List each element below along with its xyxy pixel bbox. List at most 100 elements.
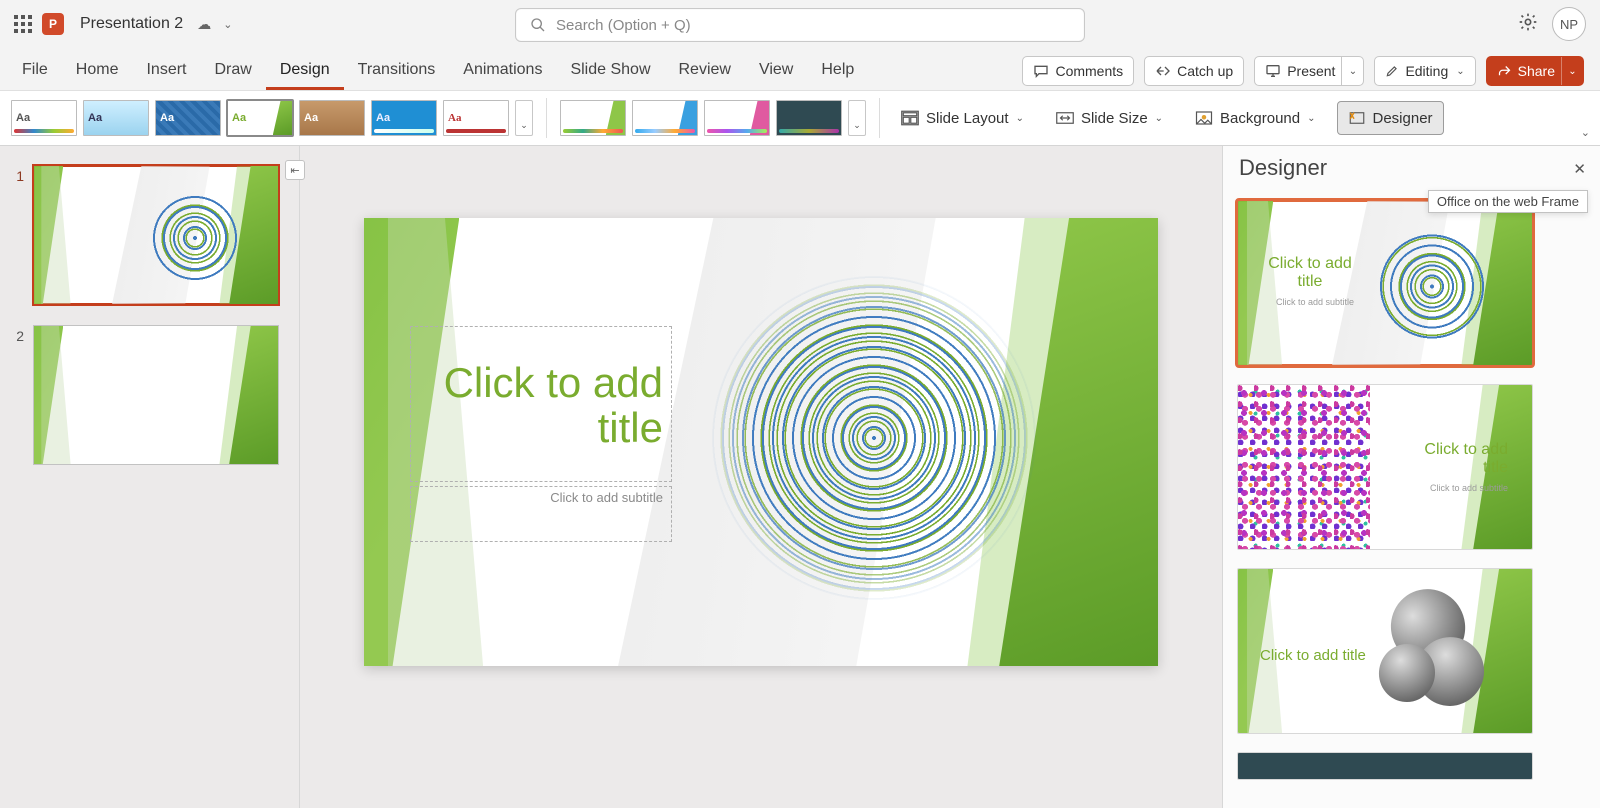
background-icon — [1195, 110, 1213, 126]
design-ribbon: Aa Aa Aa Aa Aa Aa Aa ⌄ ⌄ Slide Layout ⌄ … — [0, 90, 1600, 146]
app-launcher-icon[interactable] — [14, 15, 32, 33]
variant-thumb-2[interactable] — [632, 100, 698, 136]
variant-thumb-4[interactable] — [776, 100, 842, 136]
thumbnail-row-1: 1 — [10, 166, 289, 304]
design-suggestion-2[interactable]: Click to add title Click to add subtitle — [1237, 384, 1533, 550]
tab-draw[interactable]: Draw — [200, 61, 265, 90]
variants-more-dropdown[interactable]: ⌄ — [848, 100, 866, 136]
slide-size-icon — [1056, 110, 1074, 126]
catchup-icon — [1155, 63, 1171, 79]
designer-label: Designer — [1373, 110, 1433, 127]
background-button[interactable]: Background ⌄ — [1184, 101, 1326, 135]
document-title[interactable]: Presentation 2 — [80, 15, 183, 33]
slide-size-label: Slide Size — [1081, 110, 1148, 127]
ribbon-overflow-icon[interactable]: ⌄ — [1581, 126, 1590, 139]
mosaic-decoration — [1238, 385, 1370, 549]
tab-insert[interactable]: Insert — [132, 61, 200, 90]
designer-tooltip: Office on the web Frame — [1428, 190, 1588, 213]
pencil-icon — [1385, 64, 1399, 78]
theme-thumb-5[interactable]: Aa — [299, 100, 365, 136]
slide-layout-button[interactable]: Slide Layout ⌄ — [890, 101, 1035, 135]
tab-transitions[interactable]: Transitions — [344, 61, 450, 90]
editing-label: Editing — [1405, 63, 1448, 79]
tab-file[interactable]: File — [8, 61, 62, 90]
design-suggestion-4[interactable] — [1237, 752, 1533, 780]
tab-view[interactable]: View — [745, 61, 807, 90]
share-button[interactable]: Share ⌄ — [1486, 56, 1584, 86]
designer-pane: Designer ✕ Office on the web Frame Click… — [1222, 146, 1600, 808]
designer-button[interactable]: Designer — [1337, 101, 1444, 135]
design3-title: Click to add title — [1260, 647, 1390, 664]
theme-thumb-1[interactable]: Aa — [11, 100, 77, 136]
comments-button[interactable]: Comments — [1022, 56, 1134, 86]
slide-thumbnail-1[interactable] — [34, 166, 278, 304]
background-label: Background — [1220, 110, 1300, 127]
designer-close-button[interactable]: ✕ — [1569, 156, 1590, 182]
slide-layout-label: Slide Layout — [926, 110, 1009, 127]
variants-gallery: ⌄ — [557, 95, 869, 141]
designer-icon — [1348, 110, 1366, 126]
title-dropdown-icon[interactable]: ⌄ — [223, 18, 232, 31]
catchup-button[interactable]: Catch up — [1144, 56, 1244, 86]
workspace: ⇤ 1 2 Click to add title — [0, 146, 1600, 808]
design2-title: Click to add title — [1408, 441, 1508, 477]
slide-size-button[interactable]: Slide Size ⌄ — [1045, 101, 1174, 135]
subtitle-placeholder[interactable]: Click to add subtitle — [410, 486, 672, 542]
theme-thumb-2[interactable]: Aa — [83, 100, 149, 136]
chevron-down-icon: ⌄ — [1016, 113, 1024, 124]
designer-pane-title: Designer — [1223, 146, 1600, 190]
share-icon — [1497, 64, 1512, 79]
design2-subtitle: Click to add subtitle — [1430, 483, 1508, 493]
tab-design[interactable]: Design — [266, 61, 344, 90]
slide-canvas-area[interactable]: Click to add title Click to add subtitle — [300, 146, 1222, 808]
tab-home[interactable]: Home — [62, 61, 133, 90]
settings-button[interactable] — [1518, 12, 1538, 37]
thumbnail-row-2: 2 — [10, 326, 289, 464]
comments-label: Comments — [1055, 63, 1123, 79]
cloud-save-icon[interactable]: ☁ — [197, 16, 211, 33]
separator — [879, 98, 880, 138]
variant-thumb-1[interactable] — [560, 100, 626, 136]
editing-mode-button[interactable]: Editing ⌄ — [1374, 56, 1475, 86]
titlebar-right: NP — [1518, 7, 1586, 41]
gear-icon — [1518, 12, 1538, 32]
design-suggestion-1[interactable]: Click to add title Click to add subtitle — [1237, 200, 1533, 366]
slide-number-2: 2 — [10, 326, 24, 344]
main-slide[interactable]: Click to add title Click to add subtitle — [364, 218, 1158, 666]
catchup-label: Catch up — [1177, 63, 1233, 79]
comment-icon — [1033, 63, 1049, 79]
present-button[interactable]: Present ⌄ — [1254, 56, 1364, 86]
subtitle-placeholder-text: Click to add subtitle — [419, 490, 663, 505]
decorative-dot-sphere — [704, 268, 1044, 608]
titlebar: P Presentation 2 ☁ ⌄ Search (Option + Q)… — [0, 0, 1600, 48]
search-icon — [530, 17, 546, 33]
tab-animations[interactable]: Animations — [449, 61, 556, 90]
slide-thumbnail-2[interactable] — [34, 326, 278, 464]
share-dropdown-icon[interactable]: ⌄ — [1561, 57, 1583, 85]
user-avatar[interactable]: NP — [1552, 7, 1586, 41]
chevron-down-icon: ⌄ — [1307, 113, 1315, 124]
themes-gallery: Aa Aa Aa Aa Aa Aa Aa ⌄ — [8, 95, 536, 141]
search-input[interactable]: Search (Option + Q) — [515, 8, 1085, 42]
separator — [546, 98, 547, 138]
design-suggestion-3[interactable]: Click to add title — [1237, 568, 1533, 734]
tab-review[interactable]: Review — [665, 61, 745, 90]
present-label: Present — [1287, 63, 1335, 79]
tab-help[interactable]: Help — [807, 61, 868, 90]
slide-layout-icon — [901, 110, 919, 126]
theme-thumb-3[interactable]: Aa — [155, 100, 221, 136]
designer-suggestions-list[interactable]: Click to add title Click to add subtitle… — [1223, 190, 1600, 794]
theme-thumb-4-selected[interactable]: Aa — [227, 100, 293, 136]
powerpoint-logo-icon[interactable]: P — [42, 13, 64, 35]
themes-more-dropdown[interactable]: ⌄ — [515, 100, 533, 136]
present-dropdown-icon[interactable]: ⌄ — [1341, 57, 1363, 85]
present-icon — [1265, 63, 1281, 79]
tab-slideshow[interactable]: Slide Show — [556, 61, 664, 90]
variant-thumb-3[interactable] — [704, 100, 770, 136]
title-placeholder[interactable]: Click to add title — [410, 326, 672, 482]
chevron-down-icon: ⌄ — [1155, 113, 1163, 124]
theme-thumb-7[interactable]: Aa — [443, 100, 509, 136]
search-placeholder: Search (Option + Q) — [556, 17, 691, 34]
theme-thumb-6[interactable]: Aa — [371, 100, 437, 136]
slide-thumbnails-pane[interactable]: ⇤ 1 2 — [0, 146, 300, 808]
